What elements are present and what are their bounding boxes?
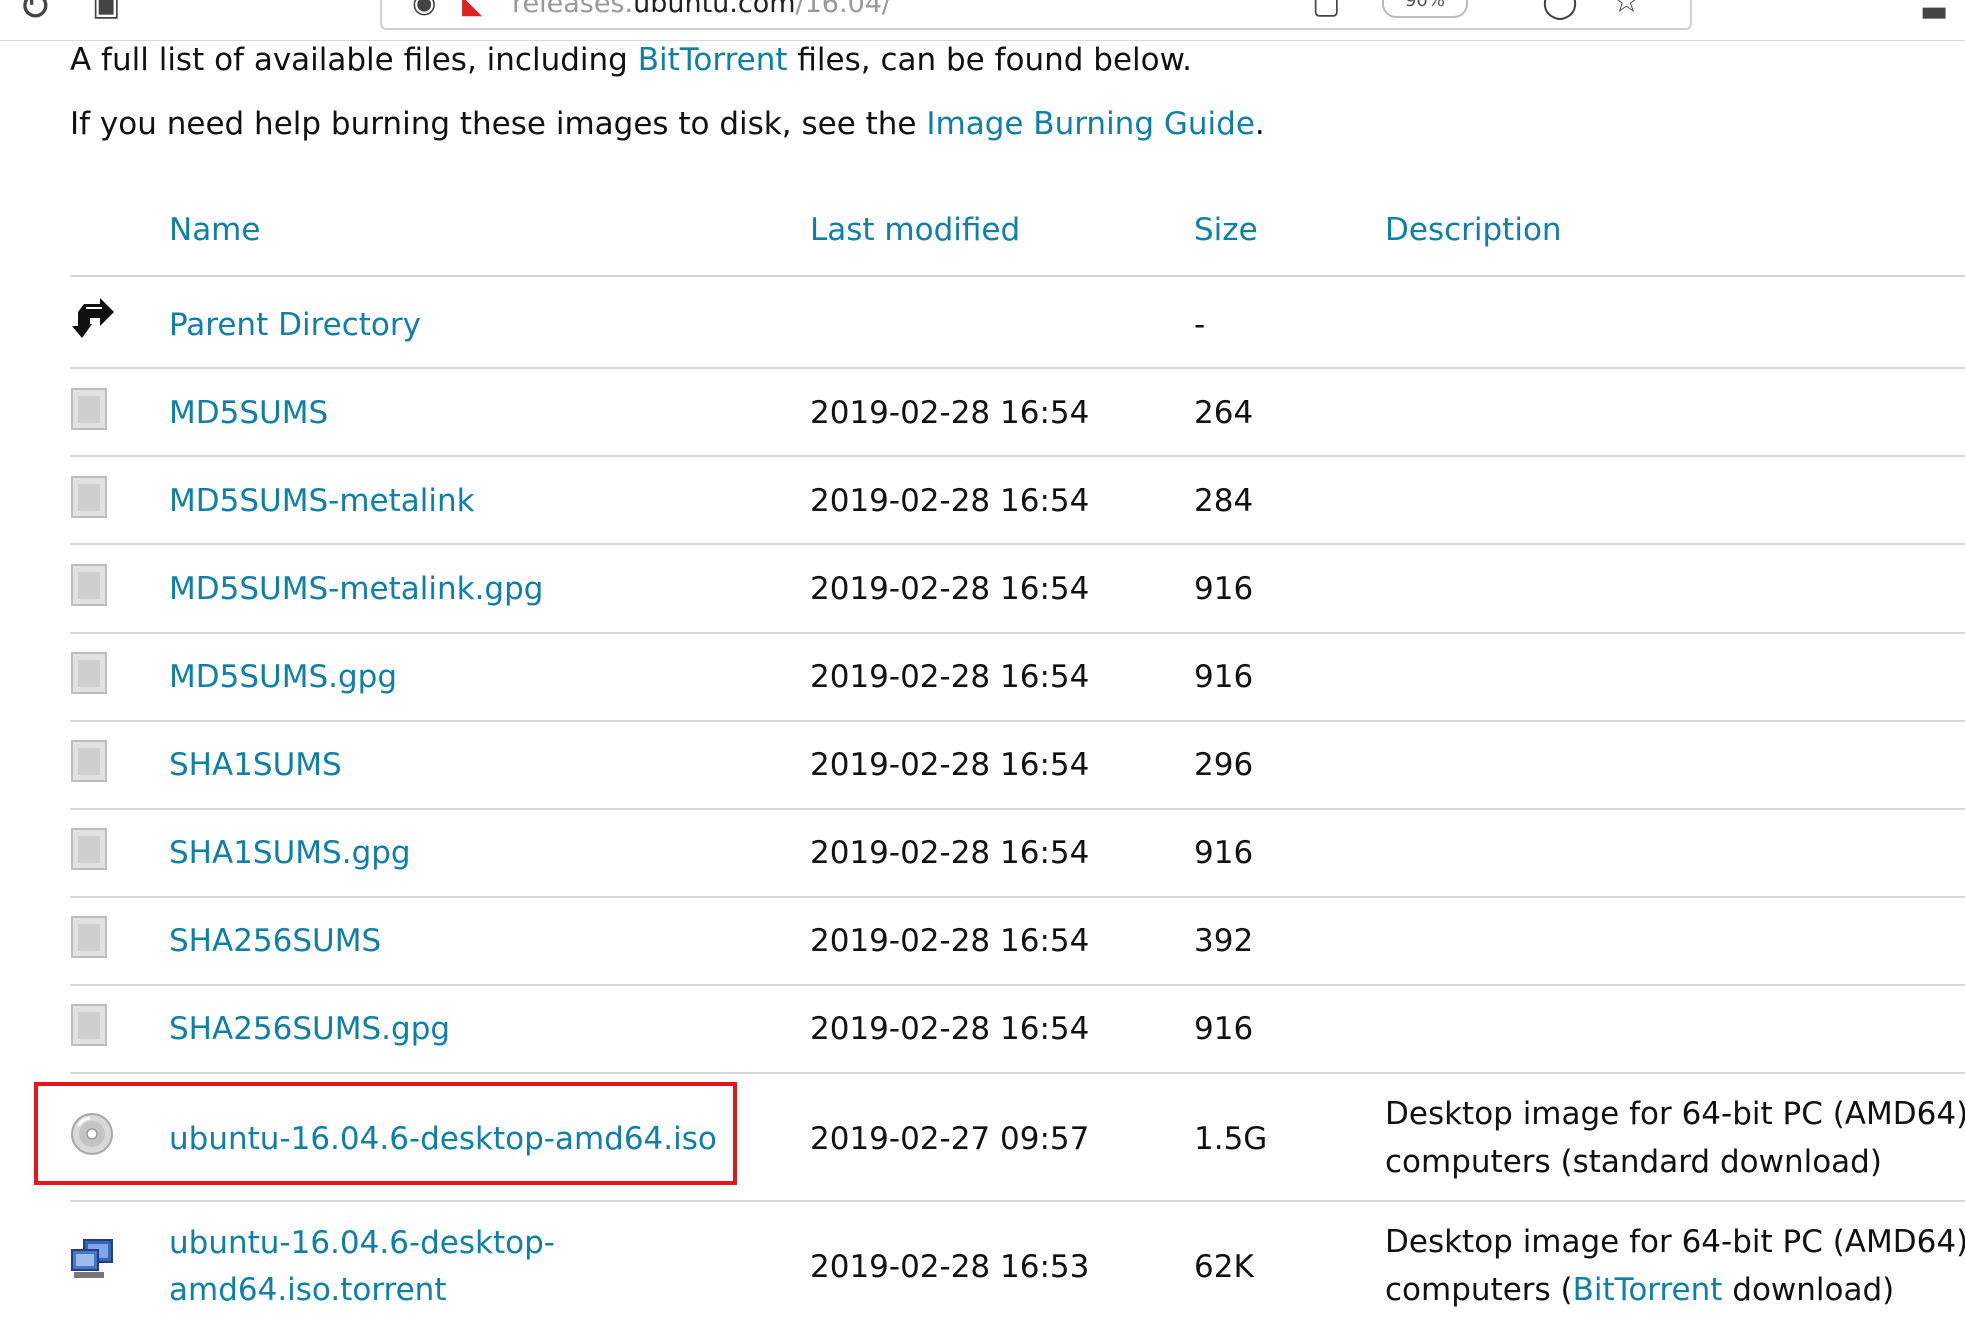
intro-text-part: files, can be found below.: [787, 42, 1192, 78]
file-size: 916: [1194, 1011, 1254, 1047]
browser-toolbar: ↻ ▣ ◉ ◣ releases.ubuntu.com/16.04/ ▢ 90%…: [0, 0, 1965, 41]
file-link[interactable]: SHA1SUMS.gpg: [169, 829, 411, 877]
site-icon: ◣: [462, 0, 482, 20]
file-modified: 2019-02-28 16:54: [810, 747, 1090, 783]
file-icon: [71, 1004, 107, 1046]
file-modified: 2019-02-28 16:54: [810, 395, 1090, 431]
file-link[interactable]: MD5SUMS.gpg: [169, 653, 397, 701]
file-description: computers (standard download): [1385, 1144, 1882, 1180]
file-size: 1.5G: [1194, 1121, 1268, 1157]
pocket-icon[interactable]: ◯: [1542, 0, 1578, 20]
file-link-torrent[interactable]: amd64.iso.torrent: [169, 1266, 446, 1314]
file-icon: [71, 740, 107, 782]
file-link[interactable]: MD5SUMS: [169, 389, 328, 437]
description-text-part: computers (: [1385, 1272, 1573, 1308]
bookmark-icon[interactable]: ☆: [1612, 0, 1641, 20]
highlight-box: [34, 1082, 737, 1185]
column-header-name[interactable]: Name: [169, 212, 260, 248]
file-modified: 2019-02-28 16:54: [810, 1011, 1090, 1047]
file-link-torrent[interactable]: ubuntu-16.04.6-desktop-: [169, 1219, 555, 1267]
file-link[interactable]: MD5SUMS-metalink: [169, 477, 475, 525]
network-computer-icon: [71, 1239, 113, 1278]
page-actions-icon[interactable]: ▢: [1312, 0, 1340, 21]
table-divider: [70, 720, 1965, 722]
file-icon: [71, 564, 107, 606]
table-divider: [70, 1200, 1965, 1202]
column-header-description[interactable]: Description: [1385, 212, 1562, 248]
file-size: 392: [1194, 923, 1254, 959]
file-modified: 2019-02-28 16:54: [810, 571, 1090, 607]
file-size: 916: [1194, 835, 1254, 871]
column-header-last-modified[interactable]: Last modified: [810, 212, 1020, 248]
file-size: 916: [1194, 571, 1254, 607]
table-divider: [70, 896, 1965, 898]
table-divider: [70, 1072, 1965, 1074]
file-size: 264: [1194, 395, 1254, 431]
file-modified: 2019-02-28 16:54: [810, 659, 1090, 695]
table-divider: [70, 543, 1965, 545]
intro-text-part: If you need help burning these images to…: [70, 106, 927, 142]
file-description: computers (BitTorrent download): [1385, 1266, 1894, 1314]
file-modified: 2019-02-27 09:57: [810, 1121, 1090, 1157]
bittorrent-link[interactable]: BitTorrent: [1573, 1272, 1723, 1308]
file-size: 916: [1194, 659, 1254, 695]
intro-burning-text: If you need help burning these images to…: [70, 106, 1265, 142]
table-divider: [70, 367, 1965, 369]
file-size: 62K: [1194, 1249, 1254, 1285]
intro-text-part: A full list of available files, includin…: [70, 42, 638, 78]
image-burning-guide-link[interactable]: Image Burning Guide: [926, 106, 1255, 142]
file-size: 284: [1194, 483, 1254, 519]
file-icon: [71, 476, 107, 518]
file-icon: [71, 916, 107, 958]
intro-files-text: A full list of available files, includin…: [70, 42, 1192, 78]
shield-icon: ◉: [412, 0, 437, 19]
file-link[interactable]: SHA256SUMS.gpg: [169, 1005, 450, 1053]
column-header-size[interactable]: Size: [1194, 212, 1258, 248]
file-link[interactable]: SHA256SUMS: [169, 917, 381, 965]
file-icon: [71, 828, 107, 870]
file-description: Desktop image for 64-bit PC (AMD64): [1385, 1224, 1965, 1260]
file-description: Desktop image for 64-bit PC (AMD64): [1385, 1096, 1965, 1132]
table-divider: [70, 808, 1965, 810]
menu-icon[interactable]: ▬: [1920, 0, 1948, 29]
description-text-part: download): [1722, 1272, 1895, 1308]
home-icon[interactable]: ▣: [92, 0, 120, 23]
file-modified: 2019-02-28 16:53: [810, 1249, 1090, 1285]
table-divider: [70, 275, 1965, 277]
file-size: 296: [1194, 747, 1254, 783]
file-size: -: [1194, 307, 1206, 343]
file-link[interactable]: MD5SUMS-metalink.gpg: [169, 565, 543, 613]
url-text: releases.ubuntu.com/16.04/: [512, 0, 892, 19]
table-divider: [70, 984, 1965, 986]
file-modified: 2019-02-28 16:54: [810, 835, 1090, 871]
table-divider: [70, 632, 1965, 634]
table-divider: [70, 455, 1965, 457]
file-icon: [71, 388, 107, 430]
intro-text-part: .: [1254, 106, 1265, 142]
file-icon: [71, 652, 107, 694]
back-arrow-icon: [72, 298, 114, 338]
file-modified: 2019-02-28 16:54: [810, 923, 1090, 959]
reload-icon[interactable]: ↻: [18, 0, 52, 30]
address-bar[interactable]: ◉ ◣ releases.ubuntu.com/16.04/ ▢ 90% ◯ ☆: [380, 0, 1692, 30]
file-link[interactable]: Parent Directory: [169, 301, 421, 349]
bittorrent-link[interactable]: BitTorrent: [638, 42, 788, 78]
file-link[interactable]: SHA1SUMS: [169, 741, 342, 789]
file-modified: 2019-02-28 16:54: [810, 483, 1090, 519]
zoom-level[interactable]: 90%: [1382, 0, 1468, 18]
